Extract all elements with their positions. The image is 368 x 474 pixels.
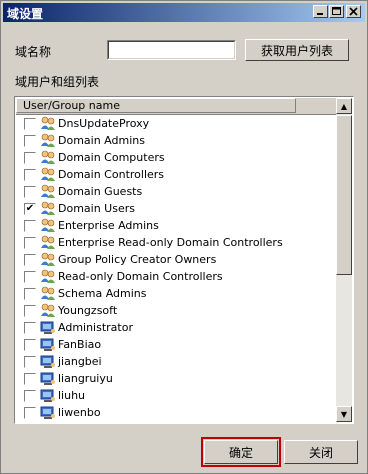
- maximize-icon: [332, 7, 341, 15]
- scroll-down-button[interactable]: ▼: [336, 406, 352, 422]
- list-item[interactable]: jiangbei: [16, 353, 337, 370]
- item-label: liangruiyu: [58, 372, 113, 385]
- user-icon: [40, 372, 55, 385]
- item-checkbox[interactable]: [24, 254, 36, 266]
- item-label: FanBiao: [58, 338, 102, 351]
- group-icon: [41, 235, 55, 249]
- list-item[interactable]: FanBiao: [16, 336, 337, 353]
- vertical-scrollbar[interactable]: ▲ ▼: [336, 98, 352, 422]
- list-item[interactable]: Group Policy Creator Owners: [16, 251, 337, 268]
- group-icon: [41, 116, 55, 130]
- item-label: DnsUpdateProxy: [58, 117, 150, 130]
- item-label: jiangbei: [58, 355, 102, 368]
- fetch-user-list-button[interactable]: 获取用户列表: [245, 39, 349, 61]
- domain-name-label: 域名称: [15, 45, 52, 59]
- item-checkbox[interactable]: [24, 322, 36, 334]
- item-checkbox[interactable]: [24, 373, 36, 385]
- item-checkbox[interactable]: [24, 186, 36, 198]
- list-item[interactable]: Domain Computers: [16, 149, 337, 166]
- item-label: Read-only Domain Controllers: [58, 270, 223, 283]
- item-checkbox[interactable]: [24, 135, 36, 147]
- user-icon: [40, 355, 55, 368]
- list-item[interactable]: Enterprise Admins: [16, 217, 337, 234]
- list-item[interactable]: Schema Admins: [16, 285, 337, 302]
- item-label: Enterprise Read-only Domain Controllers: [58, 236, 283, 249]
- group-icon: [41, 184, 55, 198]
- user-icon: [40, 321, 55, 334]
- group-icon: [41, 303, 55, 317]
- item-label: Domain Controllers: [58, 168, 165, 181]
- list-item[interactable]: liwenbo: [16, 404, 337, 421]
- item-checkbox[interactable]: [24, 237, 36, 249]
- list-item[interactable]: Enterprise Read-only Domain Controllers: [16, 234, 337, 251]
- arrow-down-icon: ▼: [340, 409, 348, 419]
- group-icon: [41, 269, 55, 283]
- item-checkbox[interactable]: [24, 118, 36, 130]
- list-item[interactable]: Read-only Domain Controllers: [16, 268, 337, 285]
- scroll-up-button[interactable]: ▲: [336, 98, 352, 114]
- item-label: Enterprise Admins: [58, 219, 159, 232]
- group-icon: [41, 218, 55, 232]
- list-item[interactable]: liuhu: [16, 387, 337, 404]
- domain-name-input[interactable]: [107, 40, 236, 60]
- item-label: Domain Guests: [58, 185, 143, 198]
- group-icon: [41, 201, 55, 215]
- item-label: Domain Computers: [58, 151, 165, 164]
- item-label: Administrator: [58, 321, 133, 334]
- item-checkbox[interactable]: [24, 152, 36, 164]
- item-checkbox[interactable]: [24, 339, 36, 351]
- list-item[interactable]: Domain Admins: [16, 132, 337, 149]
- item-checkbox[interactable]: [24, 220, 36, 232]
- group-icon: [41, 286, 55, 300]
- list-item[interactable]: liangruiyu: [16, 370, 337, 387]
- item-label: Domain Users: [58, 202, 135, 215]
- item-checkbox[interactable]: [24, 407, 36, 419]
- item-checkbox[interactable]: [24, 288, 36, 300]
- close-button[interactable]: 关闭: [284, 440, 358, 464]
- title-bar[interactable]: 域设置: [3, 3, 365, 22]
- list-header: User/Group name: [16, 98, 337, 115]
- item-checkbox[interactable]: [24, 356, 36, 368]
- domain-settings-dialog: 域设置 域名称 获取用户列表 域用户和组列表 User/Group name D…: [0, 0, 368, 474]
- list-item[interactable]: DnsUpdateProxy: [16, 115, 337, 132]
- maximize-button[interactable]: [329, 5, 344, 18]
- scroll-thumb[interactable]: [336, 115, 352, 275]
- minimize-button[interactable]: [313, 5, 328, 18]
- user-icon: [40, 406, 55, 419]
- item-label: Youngzsoft: [58, 304, 118, 317]
- group-icon: [41, 167, 55, 181]
- minimize-icon: [317, 13, 323, 15]
- list-item[interactable]: Domain Controllers: [16, 166, 337, 183]
- item-label: Schema Admins: [58, 287, 147, 300]
- close-icon: [349, 7, 358, 16]
- item-checkbox[interactable]: [24, 271, 36, 283]
- column-header-user-group-name[interactable]: User/Group name: [16, 98, 296, 113]
- user-icon: [40, 338, 55, 351]
- item-checkbox[interactable]: [24, 390, 36, 402]
- domain-name-value: [108, 41, 235, 59]
- close-window-button[interactable]: [346, 5, 361, 18]
- arrow-up-icon: ▲: [340, 101, 348, 111]
- group-icon: [41, 150, 55, 164]
- list-item[interactable]: Domain Guests: [16, 183, 337, 200]
- user-group-list-label: 域用户和组列表: [15, 75, 100, 89]
- ok-button[interactable]: 确定: [204, 440, 278, 464]
- list-rows: DnsUpdateProxy Domain Admins Domain Comput…: [16, 115, 337, 421]
- group-icon: [41, 252, 55, 266]
- window-title: 域设置: [7, 7, 44, 21]
- list-item[interactable]: ✔ Domain Users: [16, 200, 337, 217]
- user-icon: [40, 389, 55, 402]
- item-checkbox[interactable]: [24, 169, 36, 181]
- user-group-list[interactable]: User/Group name DnsUpdateProxy Domain Adm…: [14, 96, 354, 424]
- item-label: Domain Admins: [58, 134, 145, 147]
- item-checkbox[interactable]: ✔: [24, 203, 36, 215]
- item-label: liwenbo: [58, 406, 101, 419]
- list-item[interactable]: Youngzsoft: [16, 302, 337, 319]
- group-icon: [41, 133, 55, 147]
- item-label: Group Policy Creator Owners: [58, 253, 217, 266]
- list-item[interactable]: Administrator: [16, 319, 337, 336]
- item-label: liuhu: [58, 389, 86, 402]
- item-checkbox[interactable]: [24, 305, 36, 317]
